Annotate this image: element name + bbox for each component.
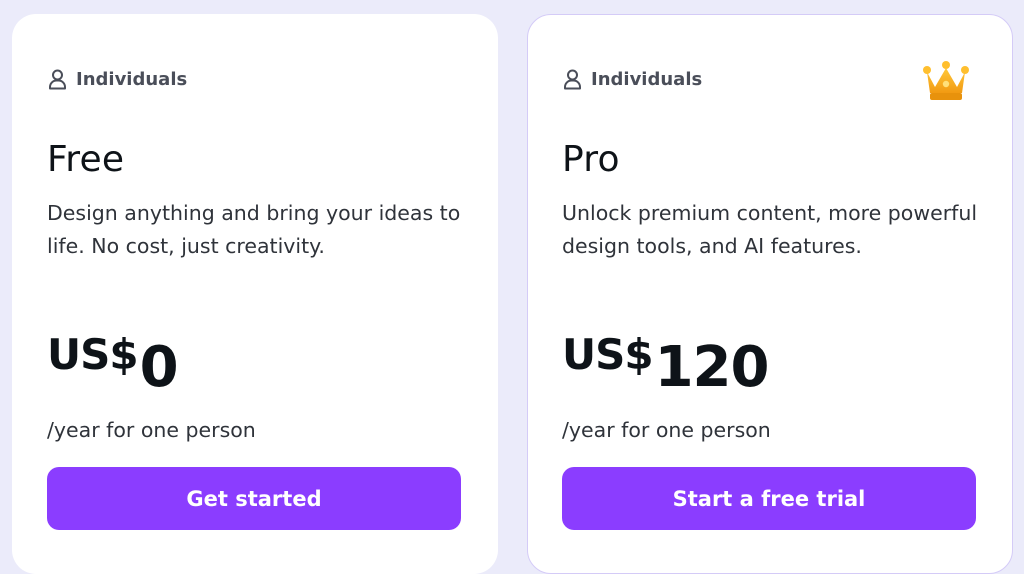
plan-description: Unlock premium content, more powerful de… (562, 201, 978, 258)
person-icon (563, 69, 582, 90)
price-period: /year for one person (562, 418, 771, 442)
price-currency: US$ (47, 330, 139, 379)
price-currency: US$ (562, 330, 654, 379)
price-amount: 0 (139, 335, 179, 400)
audience-text: Individuals (76, 69, 188, 90)
price-period: /year for one person (47, 418, 256, 442)
person-icon (48, 69, 67, 90)
plan-description: Design anything and bring your ideas to … (47, 201, 461, 258)
plan-card-free: Individuals Free Design anything and bri… (12, 14, 498, 574)
start-free-trial-button[interactable]: Start a free trial (562, 467, 976, 530)
plan-card-pro: Individuals Pro Unlock premium content, … (527, 14, 1013, 574)
audience-label: Individuals (563, 69, 702, 90)
price-amount: 120 (654, 335, 770, 400)
plan-title: Free (47, 139, 125, 180)
plan-price: US$ 120 (562, 326, 770, 400)
get-started-button[interactable]: Get started (47, 467, 461, 530)
plan-title: Pro (562, 139, 620, 180)
audience-label: Individuals (48, 69, 187, 90)
audience-text: Individuals (591, 69, 703, 90)
plan-price: US$ 0 (47, 326, 179, 400)
crown-icon (922, 60, 970, 102)
